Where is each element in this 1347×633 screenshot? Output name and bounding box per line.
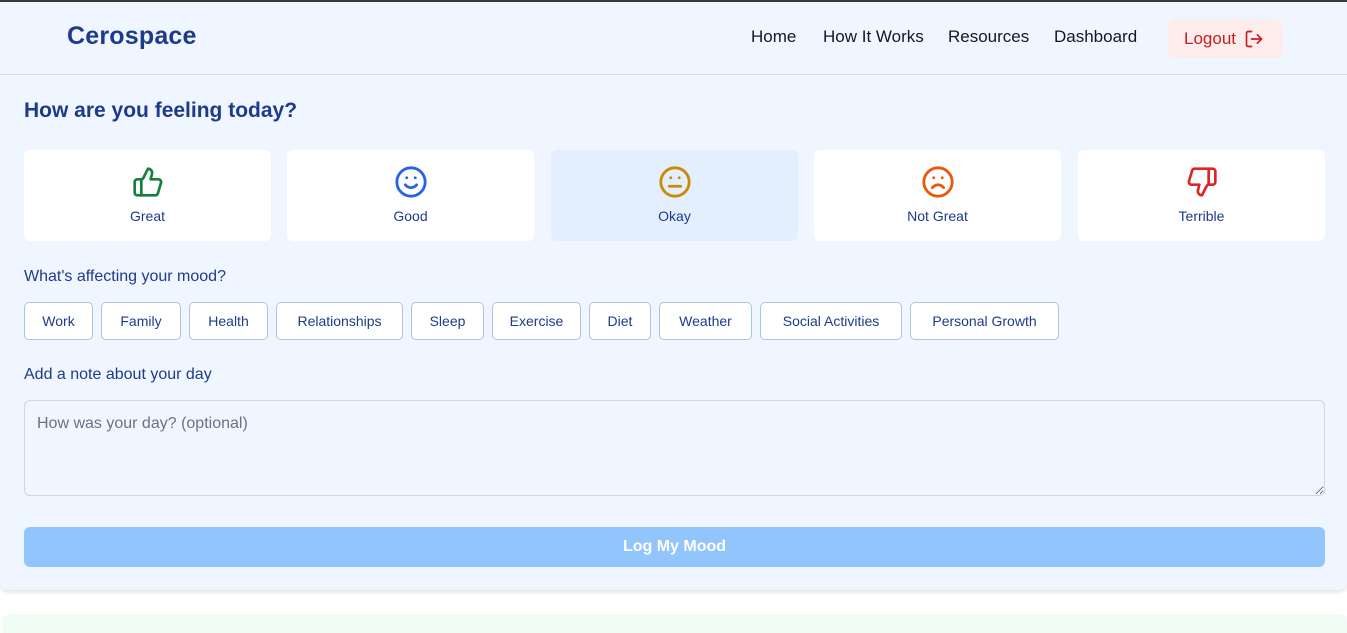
next-section-panel — [2, 614, 1347, 633]
factor-chip-exercise[interactable]: Exercise — [492, 302, 581, 340]
mood-option-not-great[interactable]: Not Great — [814, 150, 1061, 241]
mood-label: Good — [393, 208, 428, 224]
logout-label: Logout — [1184, 28, 1236, 48]
factor-chip-sleep[interactable]: Sleep — [411, 302, 484, 340]
neutral-face-icon — [658, 166, 691, 198]
mood-logger-card: Cerospace Home How It Works Resources Da… — [0, 2, 1347, 590]
factor-chip-social-activities[interactable]: Social Activities — [760, 302, 902, 340]
frown-icon — [921, 166, 954, 198]
note-textarea[interactable] — [24, 400, 1325, 496]
mood-option-great[interactable]: Great — [24, 150, 271, 241]
header: Cerospace Home How It Works Resources Da… — [0, 2, 1347, 75]
mood-label: Okay — [658, 208, 691, 224]
factor-chip-work[interactable]: Work — [24, 302, 93, 340]
nav-resources[interactable]: Resources — [948, 27, 1029, 47]
factor-chip-weather[interactable]: Weather — [659, 302, 752, 340]
mood-label: Not Great — [907, 208, 968, 224]
factor-chip-family[interactable]: Family — [101, 302, 181, 340]
factor-chip-relationships[interactable]: Relationships — [276, 302, 403, 340]
log-mood-button[interactable]: Log My Mood — [24, 527, 1325, 567]
mood-question-title: How are you feeling today? — [24, 99, 298, 122]
nav-dashboard[interactable]: Dashboard — [1054, 27, 1137, 47]
mood-label: Great — [129, 208, 165, 224]
thumbs-up-icon — [132, 167, 162, 197]
brand-logo[interactable]: Cerospace — [67, 22, 197, 51]
mood-label: Terrible — [1178, 208, 1225, 224]
nav-how-it-works[interactable]: How It Works — [823, 27, 924, 47]
note-label: Add a note about your day — [24, 366, 212, 383]
factor-chip-personal-growth[interactable]: Personal Growth — [910, 302, 1059, 340]
mood-option-good[interactable]: Good — [287, 150, 534, 241]
logout-button[interactable]: Logout — [1168, 19, 1283, 58]
factor-chip-health[interactable]: Health — [189, 302, 268, 340]
mood-option-terrible[interactable]: Terrible — [1078, 150, 1325, 241]
factor-chip-diet[interactable]: Diet — [589, 302, 651, 340]
smile-icon — [394, 166, 427, 198]
thumbs-down-icon — [1187, 167, 1217, 197]
factors-label: What's affecting your mood? — [24, 268, 226, 285]
logout-icon — [1245, 30, 1263, 47]
mood-option-okay[interactable]: Okay — [551, 150, 798, 241]
nav-home[interactable]: Home — [751, 27, 796, 47]
